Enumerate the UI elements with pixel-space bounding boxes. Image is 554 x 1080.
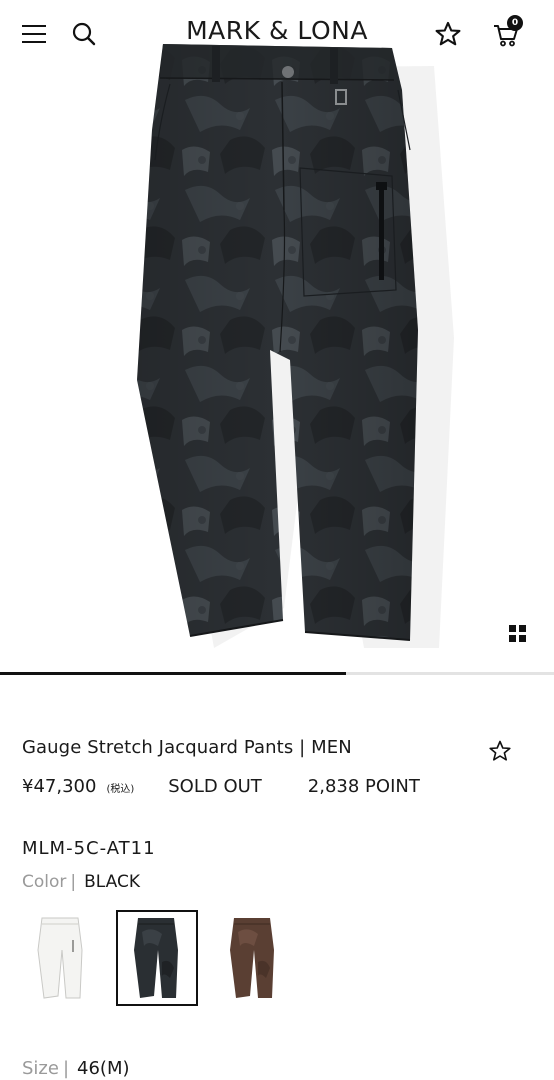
star-outline-icon[interactable] xyxy=(484,735,516,767)
gallery-scroll-progress xyxy=(0,672,347,675)
pants-illustration xyxy=(137,44,454,648)
gallery-scroll-indicator[interactable] xyxy=(0,672,554,675)
color-swatch-brown[interactable] xyxy=(212,910,294,1006)
size-label: Size xyxy=(22,1058,59,1079)
cart-count-badge: 0 xyxy=(507,15,523,31)
color-swatch-black[interactable] xyxy=(116,910,198,1006)
size-info: Size | 46(M) xyxy=(22,1058,130,1079)
product-name: Gauge Stretch Jacquard Pants | MEN xyxy=(22,737,352,758)
size-value: 46(M) xyxy=(77,1058,130,1079)
color-info: Color | BLACK xyxy=(22,872,140,892)
model-code: MLM-5C-AT11 xyxy=(22,838,156,859)
cart-icon[interactable]: 0 xyxy=(486,14,526,54)
site-header: MARK & LONA 0 xyxy=(0,0,554,70)
color-value: BLACK xyxy=(84,872,140,892)
divider: | xyxy=(62,1058,70,1079)
stock-status: SOLD OUT xyxy=(168,776,262,797)
grid-view-icon[interactable] xyxy=(506,622,530,646)
price-row: ¥47,300 (税込) SOLD OUT 2,838 POINT xyxy=(22,776,420,797)
tax-note: (税込) xyxy=(106,784,135,795)
color-label: Color xyxy=(22,872,67,892)
hamburger-menu-icon[interactable] xyxy=(14,14,54,54)
reward-points: 2,838 POINT xyxy=(307,776,420,797)
divider: | xyxy=(70,872,77,892)
color-swatch-white[interactable] xyxy=(20,910,102,1006)
product-price: ¥47,300 xyxy=(22,776,97,797)
star-outline-icon[interactable] xyxy=(428,14,468,54)
search-icon[interactable] xyxy=(64,14,104,54)
product-image[interactable] xyxy=(0,0,554,672)
